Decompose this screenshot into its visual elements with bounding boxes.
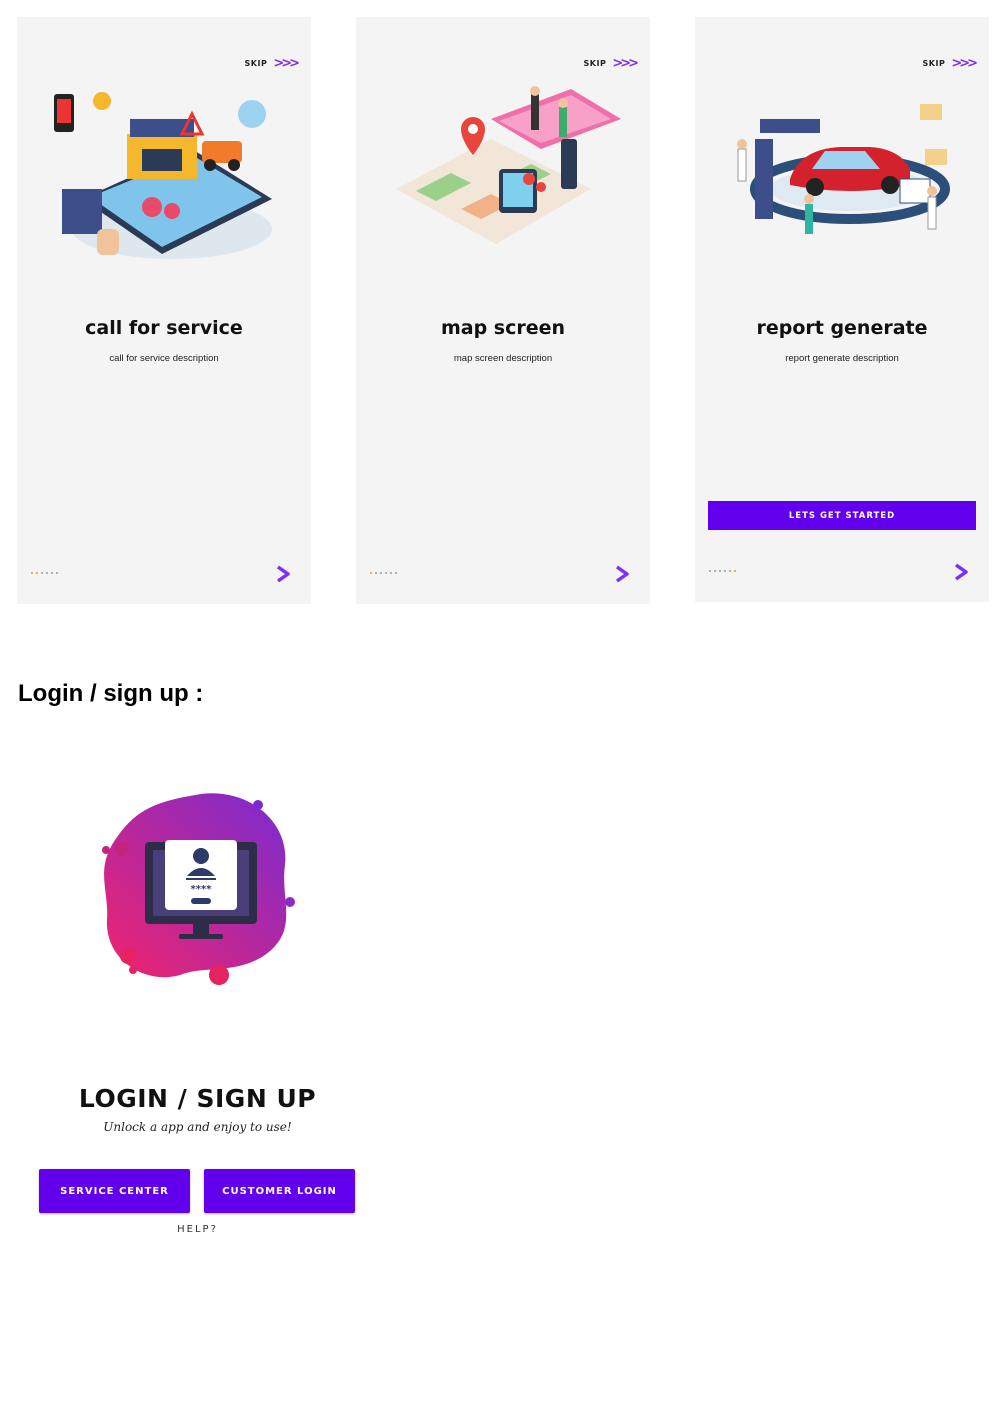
screen-description: report generate description: [785, 353, 899, 364]
skip-button[interactable]: SKIP >>>: [583, 56, 639, 71]
help-link[interactable]: HELP?: [30, 1224, 365, 1235]
login-monitor-illustration: ****: [102, 793, 295, 985]
skip-label: SKIP: [244, 59, 268, 68]
lets-get-started-button[interactable]: LETS GET STARTED: [708, 501, 976, 530]
page-indicator: [31, 572, 58, 574]
car-diagnostics-illustration: [737, 104, 950, 234]
skip-label: SKIP: [922, 59, 946, 68]
screen-title: map screen: [440, 317, 566, 339]
triple-chevron-icon: >>>: [273, 56, 300, 71]
page-indicator: [370, 572, 397, 574]
screen-description: call for service description: [109, 353, 219, 364]
triple-chevron-icon: >>>: [951, 56, 978, 71]
onboarding-screen-map: SKIP >>> map screen map screen descripti…: [356, 17, 650, 604]
section-heading: Login / sign up :: [18, 680, 204, 707]
auto-service-illustration: [54, 92, 272, 259]
skip-button[interactable]: SKIP >>>: [922, 56, 978, 71]
onboarding-screen-call-for-service: SKIP >>> call for service call for servi…: [17, 17, 311, 604]
page-indicator: [709, 570, 736, 572]
skip-label: SKIP: [583, 59, 607, 68]
onboarding-screen-report: SKIP >>> report generate report generate…: [695, 17, 989, 602]
next-arrow-icon[interactable]: [273, 564, 293, 584]
login-title: LOGIN / SIGN UP: [78, 1084, 317, 1113]
triple-chevron-icon: >>>: [612, 56, 639, 71]
screen-title: report generate: [756, 317, 928, 339]
map-navigation-illustration: [396, 86, 621, 244]
skip-button[interactable]: SKIP >>>: [244, 56, 300, 71]
login-subtitle: Unlock a app and enjoy to use!: [103, 1120, 292, 1134]
next-arrow-icon[interactable]: [612, 564, 632, 584]
customer-login-button[interactable]: CUSTOMER LOGIN: [204, 1169, 355, 1213]
screen-description: map screen description: [453, 353, 553, 364]
service-center-button[interactable]: SERVICE CENTER: [39, 1169, 190, 1213]
screen-title: call for service: [85, 317, 243, 339]
svg-text:****: ****: [191, 884, 213, 895]
next-arrow-icon[interactable]: [951, 562, 971, 582]
